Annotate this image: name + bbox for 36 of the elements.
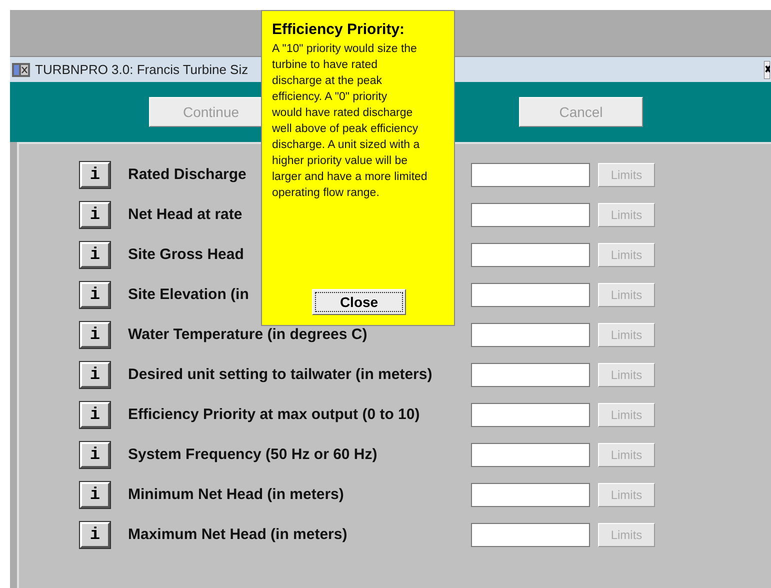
input-field[interactable] — [471, 323, 590, 347]
popup-title: Efficiency Priority: — [272, 21, 406, 38]
info-button[interactable]: i — [80, 402, 110, 428]
field-label: Net Head at rate — [128, 206, 242, 223]
info-button[interactable]: i — [80, 522, 110, 548]
input-field[interactable] — [471, 483, 590, 507]
field-label: Water Temperature (in degrees C) — [128, 326, 368, 343]
field-label: Site Elevation (in — [128, 286, 249, 303]
input-field[interactable] — [471, 163, 590, 187]
input-field[interactable] — [471, 403, 590, 427]
info-button[interactable]: i — [80, 202, 110, 228]
input-field[interactable] — [471, 283, 590, 307]
info-button[interactable]: i — [80, 282, 110, 308]
popup-text: A "10" priority would size the turbine to have rated discharge at the peak efficiency. A "0" priority would have rated discharge well above of peak efficiency discharge. A unit sized with a higher priority value will be larger and have a more limited operating flow range. — [272, 42, 428, 201]
field-label: System Frequency (50 Hz or 60 Hz) — [128, 446, 378, 463]
input-field[interactable] — [471, 363, 590, 387]
field-label: Minimum Net Head (in meters) — [128, 486, 344, 503]
info-button[interactable]: i — [80, 322, 110, 348]
field-label: Site Gross Head — [128, 246, 244, 263]
info-button[interactable]: i — [80, 442, 110, 468]
field-label: Desired unit setting to tailwater (in meters) — [128, 366, 432, 383]
app-icon — [12, 62, 30, 76]
info-button[interactable]: i — [80, 162, 110, 188]
info-button[interactable]: i — [80, 242, 110, 268]
input-field[interactable] — [471, 523, 590, 547]
info-button[interactable]: i — [80, 482, 110, 508]
field-label: Maximum Net Head (in meters) — [128, 526, 348, 543]
close-button[interactable]: Close — [312, 289, 406, 315]
input-field[interactable] — [471, 243, 590, 267]
info-button[interactable]: i — [80, 362, 110, 388]
input-field[interactable] — [471, 443, 590, 467]
field-label: Efficiency Priority at max output (0 to 10) — [128, 406, 420, 423]
window-title: TURBNPRO 3.0: Francis Turbine Siz — [35, 62, 248, 77]
close-icon[interactable] — [764, 60, 770, 78]
field-label: Rated Discharge — [128, 166, 246, 183]
input-field[interactable] — [471, 203, 590, 227]
